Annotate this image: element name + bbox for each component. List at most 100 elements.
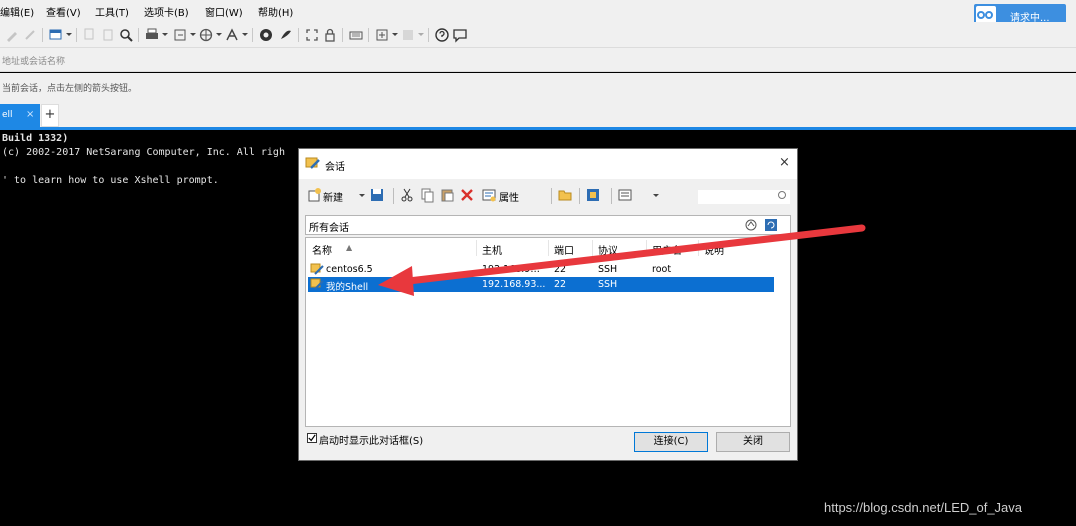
up-folder-icon[interactable] xyxy=(745,219,757,231)
cut-icon[interactable] xyxy=(399,187,415,203)
toolbar-divider xyxy=(368,28,369,42)
session-protocol: SSH xyxy=(598,279,618,290)
toolbar-divider xyxy=(579,188,580,204)
column-divider xyxy=(476,240,477,256)
pencil-icon[interactable] xyxy=(4,27,20,43)
chevron-down-icon[interactable] xyxy=(66,33,72,36)
globe-icon[interactable] xyxy=(198,27,214,43)
chevron-down-icon[interactable] xyxy=(190,33,196,36)
session-user: root xyxy=(652,264,672,275)
layout-icon[interactable] xyxy=(400,27,416,43)
copy-icon[interactable] xyxy=(419,187,435,203)
session-port: 22 xyxy=(554,264,567,275)
session-protocol: SSH xyxy=(598,264,618,275)
properties-icon[interactable] xyxy=(481,187,497,203)
column-divider xyxy=(698,240,699,256)
import-export-icon[interactable] xyxy=(585,187,601,203)
folder-icon[interactable] xyxy=(557,187,573,203)
toolbar-divider xyxy=(42,28,43,42)
terminal-line: ' to learn how to use Xshell prompt. xyxy=(2,175,219,186)
session-path: 所有会话 xyxy=(305,215,791,235)
new-button-label[interactable]: 新建 xyxy=(323,189,343,204)
xftp-icon[interactable] xyxy=(278,27,294,43)
menu-edit[interactable]: 编辑(E) xyxy=(0,4,34,19)
font-icon[interactable] xyxy=(224,27,240,43)
close-button[interactable]: 关闭 xyxy=(716,432,790,452)
new-icon[interactable] xyxy=(307,187,323,203)
chevron-down-icon[interactable] xyxy=(162,33,168,36)
connect-button[interactable]: 连接(C) xyxy=(634,432,708,452)
chat-icon[interactable] xyxy=(452,27,468,43)
compose-icon[interactable] xyxy=(374,27,390,43)
terminal-line: Build 1332) xyxy=(2,133,69,144)
column-user[interactable]: 用户名 xyxy=(652,242,682,257)
refresh-icon[interactable] xyxy=(765,219,777,231)
chevron-down-icon[interactable] xyxy=(418,33,424,36)
keyboard-icon[interactable] xyxy=(348,27,364,43)
toolbar-divider xyxy=(138,28,139,42)
menu-window[interactable]: 窗口(W) xyxy=(205,4,243,19)
lock-icon[interactable] xyxy=(322,27,338,43)
chevron-down-icon[interactable] xyxy=(242,33,248,36)
fullscreen-icon[interactable] xyxy=(304,27,320,43)
show-on-startup-checkbox[interactable] xyxy=(307,433,317,443)
session-path-text: 所有会话 xyxy=(309,223,349,234)
chevron-down-icon[interactable] xyxy=(216,33,222,36)
chevron-down-icon[interactable] xyxy=(653,194,659,197)
address-bar[interactable]: 地址或会话名称 xyxy=(0,48,1076,72)
copy-icon[interactable] xyxy=(82,27,98,43)
watermark: https://blog.csdn.net/LED_of_Java xyxy=(824,500,1023,515)
menu-tabs[interactable]: 选项卡(B) xyxy=(144,4,189,19)
column-description[interactable]: 说明 xyxy=(704,242,724,257)
path-actions xyxy=(745,219,777,231)
hint-text: 当前会话，点击左侧的箭头按钮。 xyxy=(2,84,138,94)
tab-close-icon[interactable]: × xyxy=(26,109,34,120)
edit-icon[interactable] xyxy=(22,27,38,43)
help-icon[interactable] xyxy=(434,27,450,43)
tab-shell[interactable]: ell × xyxy=(0,104,40,127)
column-divider xyxy=(592,240,593,256)
session-search-input[interactable] xyxy=(697,189,791,205)
session-list: 名称 ▲ 主机 端口 协议 用户名 说明 centos6.5 192.168.9… xyxy=(305,237,791,427)
paste-icon[interactable] xyxy=(439,187,455,203)
dialog-title: 会话 xyxy=(325,162,345,173)
column-host[interactable]: 主机 xyxy=(482,242,502,257)
session-name: 我的Shell xyxy=(326,282,369,293)
menu-tools[interactable]: 工具(T) xyxy=(95,4,129,19)
address-input-placeholder: 地址或会话名称 xyxy=(2,57,66,67)
session-name: centos6.5 xyxy=(326,264,373,275)
column-name[interactable]: 名称 xyxy=(312,242,332,257)
print-icon[interactable] xyxy=(144,27,160,43)
xshell-icon[interactable] xyxy=(258,27,274,43)
toolbar-divider xyxy=(551,188,552,204)
checkmark-icon xyxy=(308,434,316,442)
column-divider xyxy=(548,240,549,256)
session-row-selected[interactable]: 我的Shell 192.168.93... 22 SSH xyxy=(308,277,774,293)
menu-view[interactable]: 查看(V) xyxy=(46,4,81,19)
session-dialog: 会话 × 新建 属性 所有会话 名称 ▲ 主机 端口 协议 用户名 说明 cen… xyxy=(298,148,798,461)
sessions-icon xyxy=(305,157,320,169)
find-icon[interactable] xyxy=(118,27,134,43)
paste-icon[interactable] xyxy=(100,27,116,43)
terminal-line: (c) 2002-2017 NetSarang Computer, Inc. A… xyxy=(2,147,285,158)
menu-help[interactable]: 帮助(H) xyxy=(258,4,293,19)
dialog-close-icon[interactable]: × xyxy=(779,155,790,170)
chevron-down-icon[interactable] xyxy=(359,194,365,197)
session-row[interactable]: centos6.5 192.168.9… 22 SSH root xyxy=(308,262,774,277)
toolbar-divider xyxy=(298,28,299,42)
toolbar-divider xyxy=(428,28,429,42)
toolbar-divider xyxy=(76,28,77,42)
show-on-startup-label: 启动时显示此对话框(S) xyxy=(319,436,424,447)
column-port[interactable]: 端口 xyxy=(554,242,574,257)
session-host: 192.168.9… xyxy=(482,264,540,275)
save-icon[interactable] xyxy=(369,187,385,203)
add-tab-button[interactable]: + xyxy=(41,104,59,127)
delete-icon[interactable] xyxy=(459,187,475,203)
new-session-icon[interactable] xyxy=(48,27,64,43)
view-icon[interactable] xyxy=(617,187,633,203)
transfer-icon[interactable] xyxy=(172,27,188,43)
tab-bar: ell × + xyxy=(0,100,1076,127)
chevron-down-icon[interactable] xyxy=(392,33,398,36)
properties-button-label[interactable]: 属性 xyxy=(499,189,519,204)
column-protocol[interactable]: 协议 xyxy=(598,242,618,257)
